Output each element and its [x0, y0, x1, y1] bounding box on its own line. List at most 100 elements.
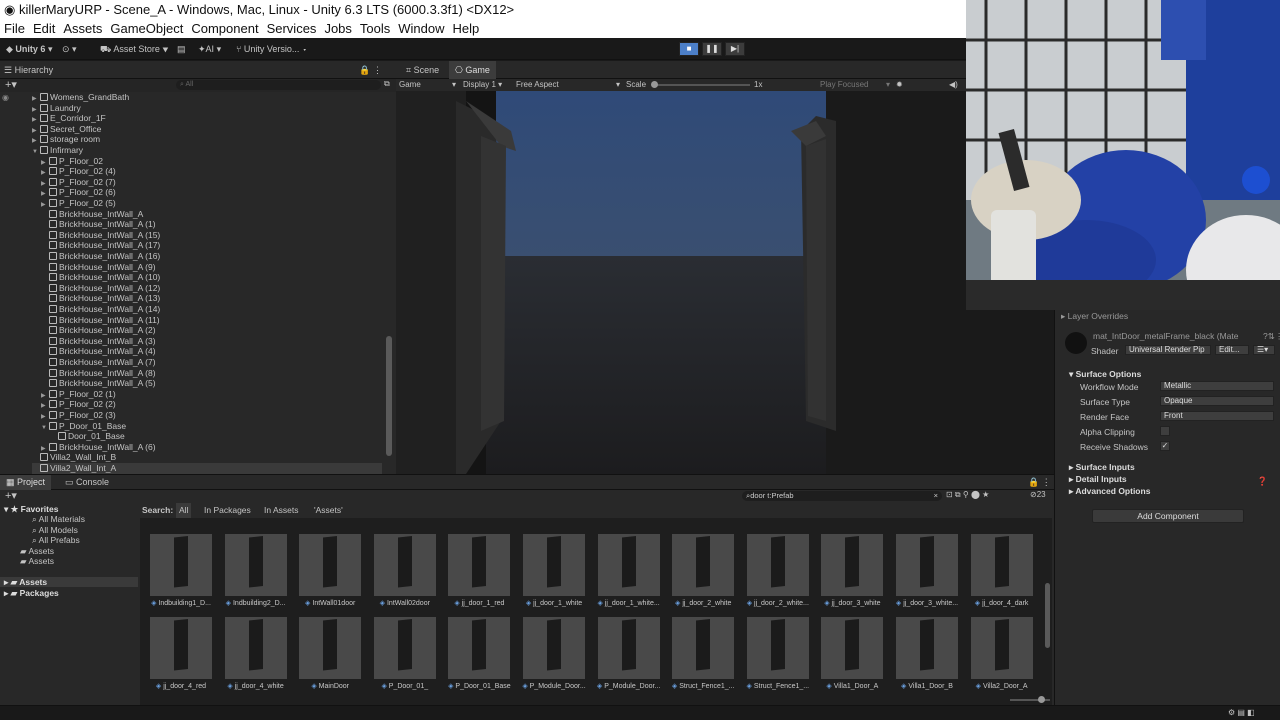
asset-grid-scrollbar[interactable]: [1045, 583, 1050, 648]
hierarchy-item[interactable]: BrickHouse_IntWall_A (17): [41, 240, 382, 251]
favorites-item[interactable]: ▰ Assets: [20, 556, 54, 567]
thumbnail-size-handle[interactable]: [1038, 696, 1045, 703]
hierarchy-item[interactable]: BrickHouse_IntWall_A (14): [41, 304, 382, 315]
hierarchy-item[interactable]: ▶ P_Floor_02 (6): [41, 187, 382, 198]
asset-thumbnail[interactable]: [299, 617, 362, 679]
hierarchy-item[interactable]: ▶ P_Floor_02 (7): [41, 177, 382, 188]
play-focused-dropdown[interactable]: Play Focused ▾: [820, 79, 890, 91]
filter-in-packages[interactable]: In Packages: [204, 503, 251, 518]
asset-thumbnail[interactable]: [746, 617, 809, 679]
property-dropdown[interactable]: Metallic: [1160, 381, 1274, 391]
asset-label[interactable]: ◈ P_Module_Door...: [516, 682, 592, 690]
favorites-item[interactable]: ⌕ All Prefabs: [32, 535, 80, 546]
asset-thumbnail[interactable]: [448, 617, 511, 679]
status-icons[interactable]: ⚙ ▤ ◧: [1228, 708, 1255, 717]
asset-thumbnail[interactable]: [150, 534, 212, 596]
asset-thumbnail[interactable]: [373, 617, 436, 679]
hierarchy-item[interactable]: BrickHouse_IntWall_A (11): [41, 315, 382, 326]
hierarchy-tab[interactable]: Hierarchy: [15, 65, 54, 75]
aspect-dropdown[interactable]: Free Aspect ▾: [516, 79, 620, 91]
section-header[interactable]: ▸ Detail Inputs: [1069, 474, 1127, 485]
display-dropdown[interactable]: Display 1 ▾: [463, 79, 511, 91]
hierarchy-item[interactable]: ▶ P_Floor_02 (4): [41, 166, 382, 177]
asset-thumbnail[interactable]: [373, 534, 436, 596]
sidebar-root-packages[interactable]: ▸ ▰ Packages: [4, 588, 59, 599]
asset-label[interactable]: ◈ P_Door_01_: [367, 682, 443, 690]
hierarchy-scrollbar[interactable]: [386, 336, 392, 456]
tab-game[interactable]: ⎔ Game: [449, 61, 496, 79]
favorites-item[interactable]: ⌕ All Materials: [32, 514, 85, 525]
asset-label[interactable]: ◈ P_Module_Door...: [591, 682, 667, 690]
expand-arrow-icon[interactable]: ▼: [32, 147, 40, 158]
project-lock-icon[interactable]: 🔒 ⋮: [1028, 475, 1051, 490]
asset-label[interactable]: ◈ jj_door_4_white: [218, 682, 294, 690]
clear-search-icon[interactable]: ×: [934, 491, 938, 501]
menu-window[interactable]: Window: [394, 19, 448, 38]
filter-in-assets[interactable]: In Assets: [264, 503, 299, 518]
step-button[interactable]: ▶|: [725, 42, 745, 56]
asset-label[interactable]: ◈ Struct_Fence1_...: [665, 682, 741, 690]
asset-thumbnail[interactable]: [299, 534, 362, 596]
menu-component[interactable]: Component: [187, 19, 262, 38]
asset-thumbnail[interactable]: [597, 534, 660, 596]
hierarchy-item[interactable]: ▶ P_Floor_02 (3): [41, 410, 382, 421]
lock-icon[interactable]: 🔒 ⋮: [359, 61, 382, 79]
asset-label[interactable]: ◈ Indbuilding2_D...: [218, 599, 294, 607]
property-dropdown[interactable]: Opaque: [1160, 396, 1274, 406]
asset-thumbnail[interactable]: [970, 617, 1033, 679]
version-control-button[interactable]: ⑂ Unity Versio... ▾: [236, 42, 307, 57]
property-checkbox[interactable]: ✓: [1160, 441, 1170, 451]
hierarchy-item[interactable]: Villa2_Wall_Int_B: [32, 452, 382, 463]
hierarchy-item[interactable]: Villa2_Wall_Int_A: [32, 463, 382, 474]
asset-label[interactable]: ◈ Indbuilding1_D...: [143, 599, 219, 607]
asset-thumbnail[interactable]: [970, 534, 1033, 596]
asset-label[interactable]: ◈ MainDoor: [292, 682, 368, 690]
asset-label[interactable]: ◈ jj_door_2_white: [665, 599, 741, 607]
expand-arrow-icon[interactable]: ▼: [41, 423, 49, 434]
filter-all[interactable]: All: [176, 503, 192, 518]
asset-label[interactable]: ◈ Villa2_Door_A: [964, 682, 1040, 690]
asset-thumbnail[interactable]: [597, 617, 660, 679]
menu-assets[interactable]: Assets: [59, 19, 106, 38]
package-icon[interactable]: ▤: [177, 42, 186, 57]
ai-button[interactable]: ✦AI ▾: [198, 42, 221, 57]
project-search-input[interactable]: ⌕door t:Prefab ×: [742, 491, 942, 501]
tab-console[interactable]: ▭ Console: [60, 475, 114, 490]
hierarchy-item[interactable]: ▶ P_Floor_02 (5): [41, 198, 382, 209]
asset-label[interactable]: ◈ P_Door_01_Base: [441, 682, 517, 690]
asset-label[interactable]: ◈ Struct_Fence1_...: [740, 682, 816, 690]
asset-label[interactable]: ◈ Villa1_Door_A: [814, 682, 890, 690]
hierarchy-item[interactable]: ▼ Infirmary: [32, 145, 382, 156]
asset-thumbnail[interactable]: [523, 617, 585, 679]
asset-thumbnail[interactable]: [448, 534, 511, 596]
hierarchy-item[interactable]: BrickHouse_IntWall_A (3): [41, 336, 382, 347]
add-icon[interactable]: +▾: [5, 78, 17, 91]
asset-label[interactable]: ◈ Villa1_Door_B: [889, 682, 965, 690]
hierarchy-item[interactable]: BrickHouse_IntWall_A (7): [41, 357, 382, 368]
asset-label[interactable]: ◈ IntWall02door: [367, 599, 443, 607]
menu-services[interactable]: Services: [263, 19, 321, 38]
asset-label[interactable]: ◈ jj_door_3_white...: [889, 599, 965, 607]
asset-thumbnail[interactable]: [821, 617, 884, 679]
asset-thumbnail[interactable]: [224, 534, 287, 596]
hierarchy-item[interactable]: BrickHouse_IntWall_A: [41, 209, 382, 220]
hierarchy-item[interactable]: ▼ P_Door_01_Base: [41, 421, 382, 432]
asset-thumbnail[interactable]: [523, 534, 585, 596]
account-button[interactable]: ◆ Unity 6 ▾: [6, 42, 52, 57]
hierarchy-item[interactable]: BrickHouse_IntWall_A (4): [41, 346, 382, 357]
surface-options-header[interactable]: ▾ Surface Options: [1069, 369, 1141, 380]
hierarchy-item[interactable]: BrickHouse_IntWall_A (8): [41, 368, 382, 379]
menu-edit[interactable]: Edit: [29, 19, 59, 38]
visibility-icon[interactable]: ◉: [2, 93, 9, 102]
hierarchy-item[interactable]: ▶ Secret_Office: [32, 124, 382, 135]
hierarchy-item[interactable]: BrickHouse_IntWall_A (1): [41, 219, 382, 230]
hierarchy-item[interactable]: ▶ BrickHouse_IntWall_A (6): [41, 442, 382, 453]
scale-slider[interactable]: [651, 81, 750, 88]
asset-label[interactable]: ◈ jj_door_1_white: [516, 599, 592, 607]
asset-label[interactable]: ◈ jj_door_3_white: [814, 599, 890, 607]
property-checkbox[interactable]: [1160, 426, 1170, 436]
thumbnail-size-slider[interactable]: [1010, 696, 1050, 703]
asset-label[interactable]: ◈ jj_door_1_white...: [591, 599, 667, 607]
shader-dropdown[interactable]: Universal Render Pip: [1125, 345, 1211, 355]
hierarchy-item[interactable]: ▶ P_Floor_02 (1): [41, 389, 382, 400]
